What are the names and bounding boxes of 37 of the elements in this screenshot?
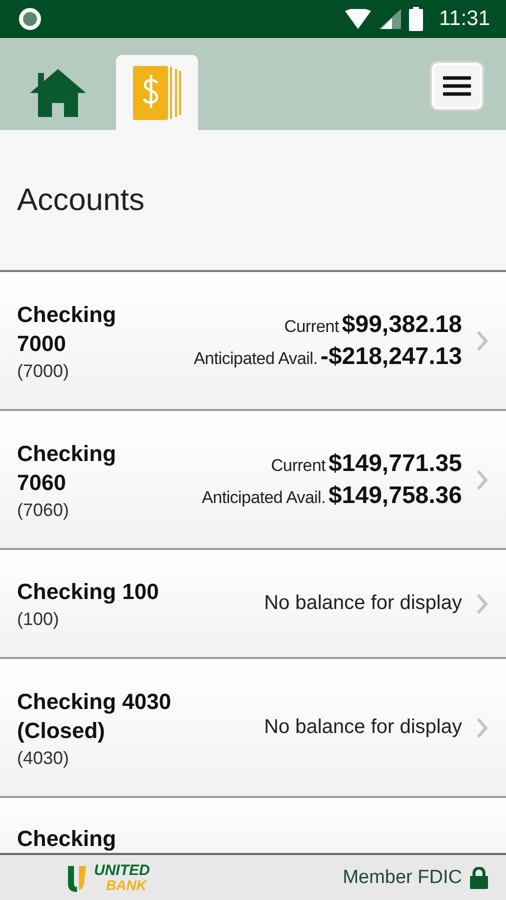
notification-icon <box>18 7 42 31</box>
chevron-right-icon <box>476 716 488 738</box>
account-name: Checking 7000 <box>17 300 118 358</box>
balance-label: Current <box>284 316 339 336</box>
logo-text: BANK <box>106 878 148 892</box>
lock-icon <box>470 866 488 888</box>
home-icon <box>28 66 88 118</box>
balance-label: Anticipated Avail. <box>202 488 326 508</box>
account-number: (7060) <box>17 500 70 520</box>
balance-amount: $99,382.18 <box>342 310 462 338</box>
account-name: Checking 100 <box>17 578 160 606</box>
chevron-right-icon <box>476 330 488 352</box>
account-name: Checking <box>17 825 118 853</box>
clock-time: 11:31 <box>439 7 490 31</box>
account-name: Checking 7060 <box>17 440 118 496</box>
no-balance-message: No balance for display <box>264 716 462 739</box>
menu-button[interactable] <box>430 61 484 111</box>
account-number: (4030) <box>17 748 70 768</box>
fdic-text: Member FDIC <box>342 866 462 888</box>
account-name: Checking 4030 (Closed) <box>17 688 172 744</box>
balance-label: Current <box>270 456 326 476</box>
no-balance-message: No balance for display <box>264 592 462 615</box>
balance-label: Anticipated Avail. <box>194 348 318 368</box>
balance-amount: $149,758.36 <box>328 482 462 510</box>
balance-amount: -$218,247.13 <box>320 342 462 370</box>
signal-icon <box>379 9 401 29</box>
balance-amount: $149,771.35 <box>328 450 462 478</box>
chevron-right-icon <box>476 592 488 614</box>
account-number: (7000) <box>17 360 70 382</box>
logo-text: UNITED <box>94 864 150 878</box>
account-number: (100) <box>17 609 60 630</box>
page-title: Accounts <box>17 182 145 218</box>
wifi-icon <box>345 9 371 29</box>
money-cards-icon <box>133 66 181 120</box>
chevron-right-icon <box>476 468 488 490</box>
battery-icon <box>409 7 423 31</box>
menu-icon <box>443 75 471 97</box>
